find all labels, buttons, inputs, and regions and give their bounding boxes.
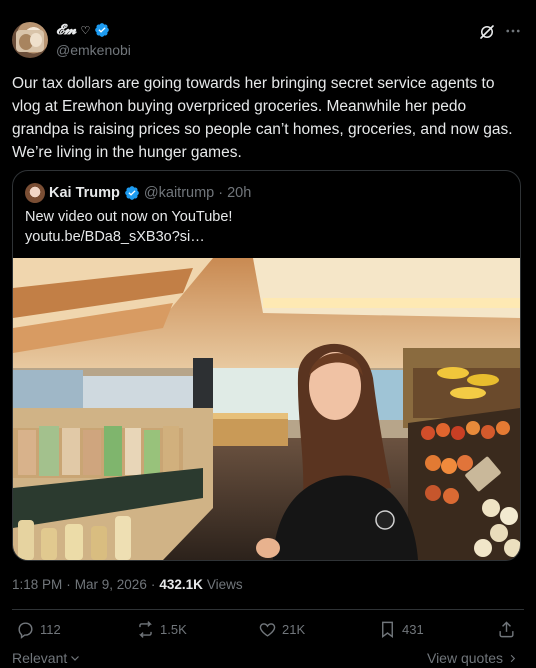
grok-icon[interactable] [478,23,496,41]
sort-relevant-dropdown[interactable]: Relevant [12,650,81,666]
sort-label: Relevant [12,650,68,666]
share-button[interactable] [497,620,516,639]
heart-emoji-icon: ♡ [80,24,91,37]
share-icon [499,621,514,638]
quoted-post[interactable]: Kai Trump @kaitrump · 20h New video out … [12,170,521,561]
verified-badge-icon [125,186,139,200]
action-bar: 112 1.5K 21K 431 [0,620,536,644]
author-handle[interactable]: @emkenobi [56,42,131,58]
chevron-right-icon [510,654,516,662]
like-button[interactable]: 21K [258,620,305,639]
quoted-link[interactable]: youtu.be/BDa8_sXB3o?si… [25,227,505,247]
author-display-name[interactable]: 𝓔𝓶 [56,22,77,38]
avatar[interactable] [12,22,48,58]
like-count: 21K [282,622,306,637]
quoted-text-line1: New video out now on YouTube! [25,209,233,225]
quoted-display-name[interactable]: Kai Trump [49,183,120,203]
quoted-separator: · [218,185,224,201]
quoted-text: New video out now on YouTube! youtu.be/B… [25,207,505,247]
view-quotes-link[interactable]: View quotes [427,650,518,666]
quoted-media-image[interactable] [13,258,520,560]
more-icon[interactable] [504,22,522,40]
repost-button[interactable]: 1.5K [136,620,187,639]
repost-icon [139,621,152,638]
post-date[interactable]: Mar 9, 2026 [75,577,147,592]
quoted-handle[interactable]: @kaitrump [144,183,214,203]
quoted-name-row: Kai Trump @kaitrump · 20h [49,183,251,203]
verified-badge-icon [95,23,110,37]
reply-count: 112 [40,622,61,637]
reply-icon [18,622,33,639]
grocery-store-photo [13,258,520,560]
post-text: Our tax dollars are going towards her br… [12,75,513,161]
views-count: 432.1K [159,577,203,592]
reply-button[interactable]: 112 [16,620,61,639]
bookmark-button[interactable]: 431 [378,620,424,639]
quoted-time[interactable]: 20h [227,183,251,203]
quoted-avatar[interactable] [25,183,45,203]
post-time[interactable]: 1:18 PM [12,577,62,592]
shelf-products [18,426,179,476]
view-quotes-label: View quotes [426,650,503,666]
meta-separator: · [66,577,71,592]
views-label: Views [206,577,243,592]
divider [12,609,524,610]
repost-count: 1.5K [160,622,187,637]
post: 𝓔𝓶 ♡ @emkenobi Our tax dollars are going… [0,0,536,668]
bookmark-count: 431 [402,622,424,637]
meta-separator: · [150,577,156,592]
heart-icon [259,623,276,637]
bookmark-icon [382,621,393,639]
post-meta: 1:18 PM · Mar 9, 2026 · 432.1K Views [12,577,243,592]
chevron-down-icon [71,656,80,661]
author-name-row: 𝓔𝓶 ♡ [56,22,110,38]
